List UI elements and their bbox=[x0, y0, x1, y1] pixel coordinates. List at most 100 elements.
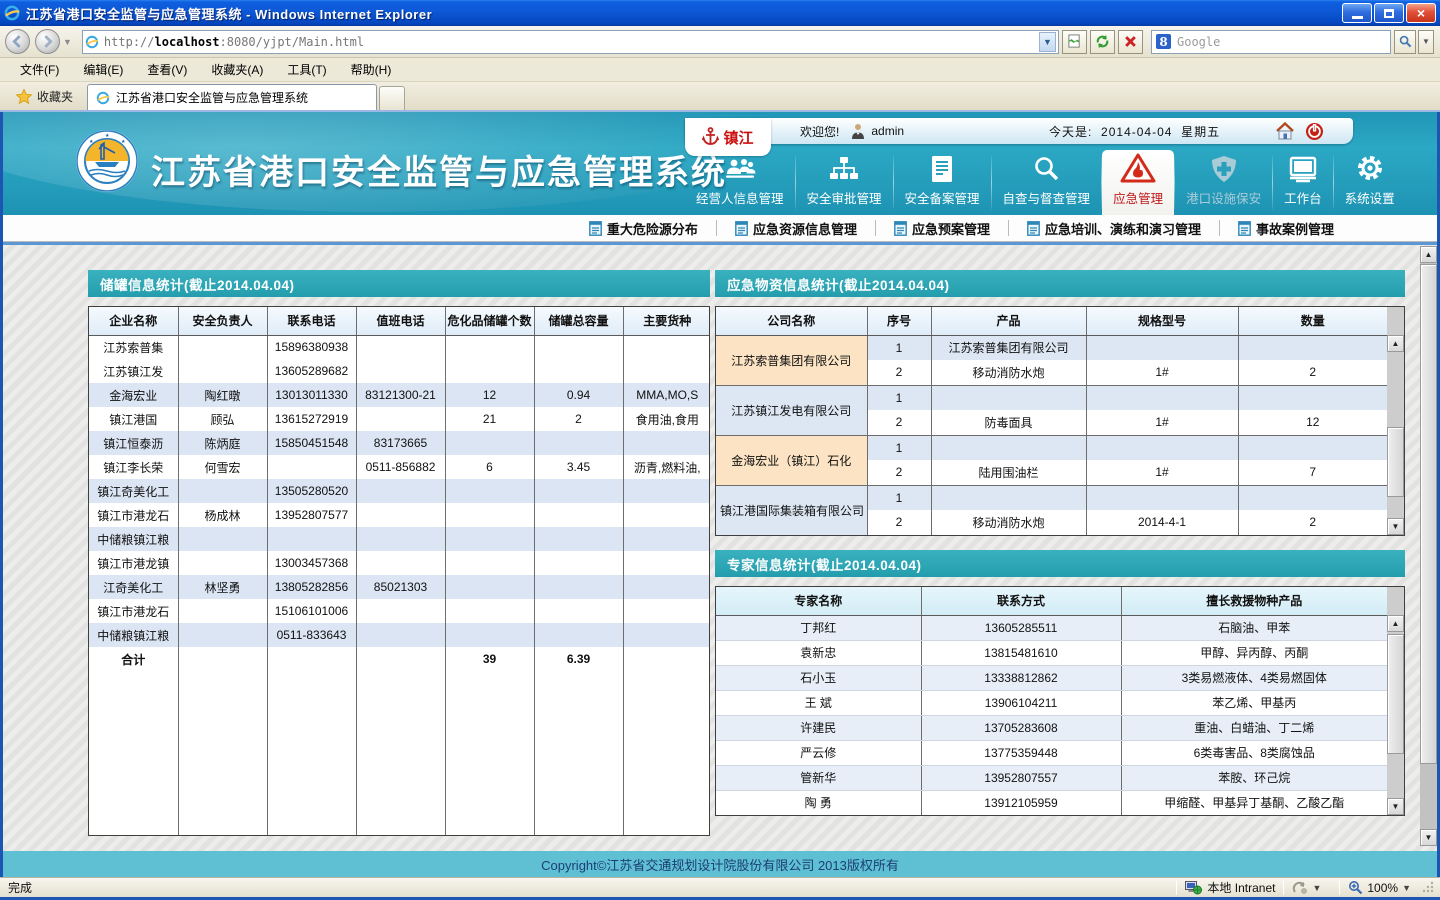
nav-item-7[interactable]: 系统设置 bbox=[1334, 150, 1406, 215]
scroll-thumb[interactable] bbox=[1387, 427, 1404, 497]
table-cell bbox=[178, 647, 267, 671]
resize-grip[interactable] bbox=[1421, 880, 1434, 896]
model-cell bbox=[1086, 385, 1238, 410]
table-row: 王 斌13906104211苯乙烯、甲基丙 bbox=[716, 690, 1387, 715]
gear-icon bbox=[1355, 153, 1385, 183]
table-cell: 12 bbox=[445, 383, 534, 407]
menu-item-3[interactable]: 收藏夹(A) bbox=[199, 58, 275, 81]
table-cell: 许建民 bbox=[716, 715, 921, 740]
menu-item-0[interactable]: 文件(F) bbox=[8, 58, 71, 81]
logout-power-icon[interactable] bbox=[1305, 122, 1324, 141]
scroll-up-icon[interactable]: ▲ bbox=[1387, 615, 1404, 632]
table-row: 江苏索普集团有限公司1江苏索普集团有限公司 bbox=[716, 335, 1387, 360]
scroll-down-icon[interactable]: ▼ bbox=[1387, 518, 1404, 535]
table-cell: 85021303 bbox=[356, 575, 445, 599]
nav-item-4[interactable]: 应急管理 bbox=[1102, 150, 1174, 215]
scroll-up-icon[interactable]: ▲ bbox=[1387, 335, 1404, 352]
table-cell: 21 bbox=[445, 407, 534, 431]
star-icon bbox=[16, 89, 32, 104]
table-cell bbox=[534, 503, 623, 527]
empty-cell bbox=[356, 671, 445, 835]
table-cell: 13605285511 bbox=[921, 615, 1121, 640]
subnav-item-4[interactable]: 事故案例管理 bbox=[1220, 219, 1352, 238]
search-box[interactable]: 8 Google bbox=[1151, 30, 1391, 54]
seq-cell: 1 bbox=[867, 335, 931, 360]
menu-item-4[interactable]: 工具(T) bbox=[275, 58, 338, 81]
nav-item-5[interactable]: 港口设施保安 bbox=[1175, 150, 1272, 215]
scroll-down-icon[interactable]: ▼ bbox=[1387, 798, 1404, 815]
new-tab-stub[interactable] bbox=[379, 86, 405, 110]
table-cell: 苯胺、环己烷 bbox=[1121, 765, 1387, 790]
menu-item-5[interactable]: 帮助(H) bbox=[339, 58, 404, 81]
browser-tab[interactable]: 江苏省港口安全监管与应急管理系统 bbox=[87, 84, 377, 110]
nav-item-2[interactable]: 安全备案管理 bbox=[894, 150, 991, 215]
company-cell: 金海宏业（镇江）石化 bbox=[716, 435, 867, 485]
status-text: 完成 bbox=[8, 879, 32, 896]
scroll-thumb[interactable] bbox=[1420, 264, 1437, 764]
table-cell bbox=[623, 647, 710, 671]
close-button[interactable]: × bbox=[1406, 3, 1436, 23]
table-row: 中储粮镇江粮0511-833643 bbox=[89, 623, 710, 647]
refresh-button[interactable] bbox=[1090, 30, 1115, 54]
search-dropdown[interactable]: ▼ bbox=[1418, 30, 1434, 54]
subnav-item-2[interactable]: 应急预案管理 bbox=[876, 219, 1008, 238]
menu-item-1[interactable]: 编辑(E) bbox=[71, 58, 135, 81]
table-cell: 13705283608 bbox=[921, 715, 1121, 740]
minimize-button[interactable] bbox=[1342, 3, 1372, 23]
history-dropdown[interactable]: ▼ bbox=[63, 37, 72, 47]
forward-button[interactable] bbox=[35, 29, 60, 54]
experts-scrollbar[interactable]: ▲ ▼ bbox=[1387, 587, 1404, 815]
table-cell bbox=[534, 527, 623, 551]
main-nav: 经营人信息管理安全审批管理安全备案管理自查与督查管理应急管理港口设施保安工作台系… bbox=[685, 150, 1437, 215]
scroll-up-icon[interactable]: ▲ bbox=[1420, 246, 1437, 263]
subnav-item-label: 应急预案管理 bbox=[912, 219, 990, 238]
nav-item-label: 港口设施保安 bbox=[1186, 188, 1261, 207]
column-header: 专家名称 bbox=[716, 587, 921, 615]
search-button[interactable] bbox=[1394, 30, 1416, 54]
favorites-button[interactable]: 收藏夹 bbox=[6, 84, 83, 108]
table-row: 镇江市港龙石杨成林13952807577 bbox=[89, 503, 710, 527]
stop-button[interactable] bbox=[1118, 30, 1143, 54]
table-cell bbox=[623, 575, 710, 599]
page-scrollbar[interactable]: ▲ ▼ bbox=[1420, 246, 1437, 846]
sub-nav: 重大危险源分布应急资源信息管理 应急预案管理应急培训、演练和演习管理事故案例管理 bbox=[3, 215, 1437, 242]
menu-item-2[interactable]: 查看(V) bbox=[135, 58, 199, 81]
seq-cell: 2 bbox=[867, 510, 931, 535]
zoom-level: 100% bbox=[1367, 881, 1398, 895]
home-shortcut-icon[interactable] bbox=[1275, 122, 1295, 140]
supplies-scrollbar[interactable]: ▲ ▼ bbox=[1387, 307, 1404, 535]
address-field[interactable]: http://localhost:8080/yjpt/Main.html ▼ bbox=[82, 30, 1059, 54]
content-area: 储罐信息统计(截止2014.04.04) 企业名称安全负责人联系电话值班电话危化… bbox=[3, 245, 1437, 851]
zoom-dropdown[interactable]: ▼ bbox=[1402, 883, 1411, 893]
nav-item-6[interactable]: 工作台 bbox=[1273, 150, 1333, 215]
scroll-thumb[interactable] bbox=[1387, 634, 1404, 754]
back-button[interactable] bbox=[5, 29, 30, 54]
address-dropdown[interactable]: ▼ bbox=[1039, 32, 1056, 52]
compatibility-view-button[interactable] bbox=[1062, 30, 1087, 54]
table-cell bbox=[445, 503, 534, 527]
table-cell: 中储粮镇江粮 bbox=[89, 623, 178, 647]
table-cell bbox=[445, 335, 534, 359]
scroll-down-icon[interactable]: ▼ bbox=[1420, 829, 1437, 846]
protected-mode-dropdown[interactable]: ▼ bbox=[1312, 883, 1321, 893]
subnav-item-1[interactable]: 应急资源信息管理 bbox=[717, 219, 875, 238]
nav-item-3[interactable]: 自查与督查管理 bbox=[992, 150, 1102, 215]
table-cell bbox=[356, 407, 445, 431]
nav-item-1[interactable]: 安全审批管理 bbox=[796, 150, 893, 215]
restore-button[interactable] bbox=[1374, 3, 1404, 23]
subnav-doc-icon bbox=[894, 221, 907, 236]
protected-mode-icon[interactable] bbox=[1292, 881, 1308, 895]
subnav-doc-icon bbox=[735, 221, 748, 236]
city-name: 镇江 bbox=[723, 127, 753, 148]
subnav-item-3[interactable]: 应急培训、演练和演习管理 bbox=[1009, 219, 1219, 238]
table-cell: 83121300-21 bbox=[356, 383, 445, 407]
nav-item-0[interactable]: 经营人信息管理 bbox=[685, 150, 795, 215]
table-row: 镇江市港龙石15106101006 bbox=[89, 599, 710, 623]
address-toolbar: ▼ http://localhost:8080/yjpt/Main.html ▼… bbox=[0, 26, 1440, 58]
table-cell: 江苏索普集 bbox=[89, 335, 178, 359]
window-titlebar[interactable]: 江苏省港口安全监管与应急管理系统 - Windows Internet Expl… bbox=[0, 0, 1440, 26]
subnav-item-0[interactable]: 重大危险源分布 bbox=[571, 219, 716, 238]
table-cell: 石小玉 bbox=[716, 665, 921, 690]
table-cell: 袁新忠 bbox=[716, 640, 921, 665]
page-ie-icon bbox=[85, 35, 99, 49]
